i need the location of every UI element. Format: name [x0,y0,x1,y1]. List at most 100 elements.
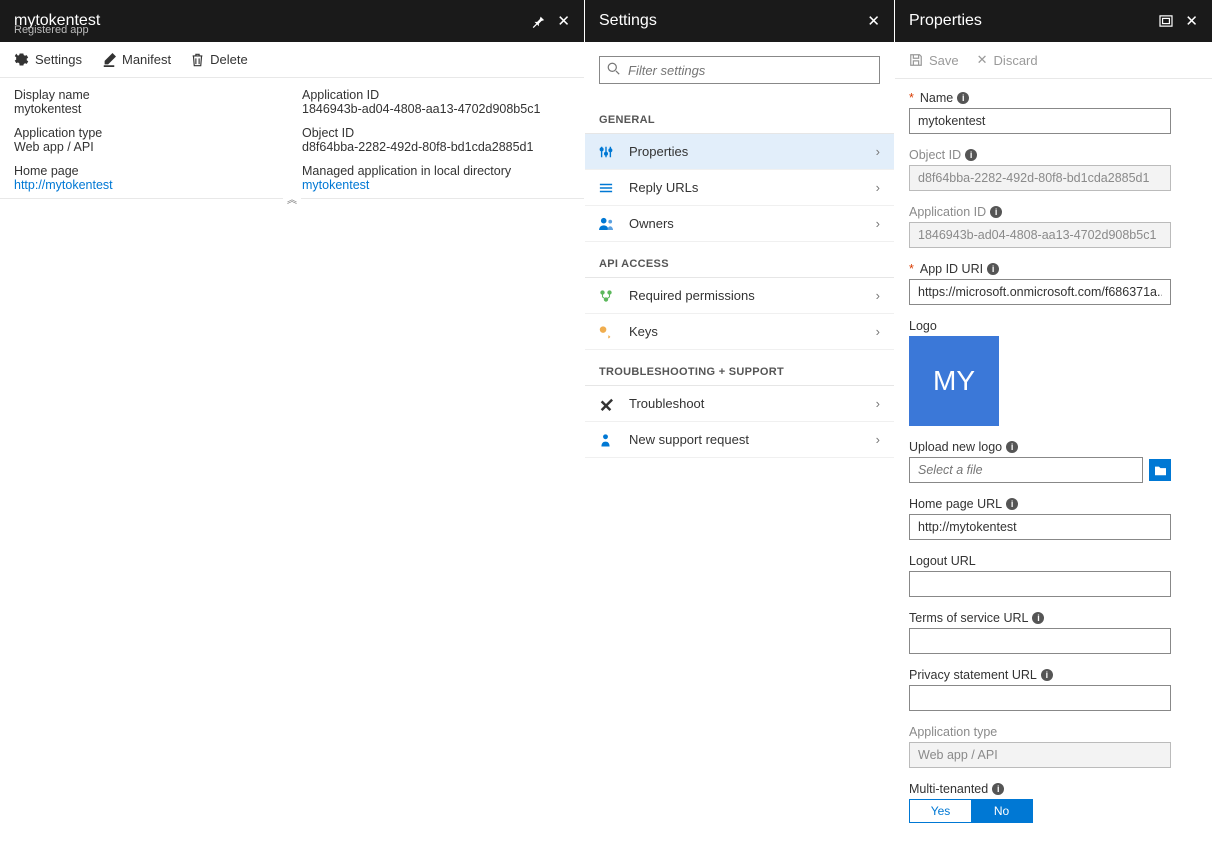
name-label: Name [920,91,953,105]
multi-label: Multi-tenanted [909,782,988,796]
permissions-icon [599,289,619,303]
list-icon [599,182,619,194]
chevron-right-icon: › [876,396,880,411]
sliders-icon [599,145,619,159]
object-id-label: Object ID [302,126,570,140]
apptype-input [909,742,1171,768]
privacy-label: Privacy statement URL [909,668,1037,682]
settings-blade: Settings ✕ GENERAL Properties › [585,0,895,851]
chevron-right-icon: › [876,324,880,339]
wrench-icon [599,397,619,411]
chevron-right-icon: › [876,216,880,231]
menu-label: Keys [629,324,876,339]
delete-label: Delete [210,52,248,67]
logout-input[interactable] [909,571,1171,597]
menu-troubleshoot[interactable]: Troubleshoot › [585,386,894,422]
object-id-value: d8f64bba-2282-492d-80f8-bd1cda2885d1 [302,140,570,154]
multi-toggle[interactable]: Yes No [909,799,1033,823]
info-icon[interactable]: i [1032,612,1044,624]
section-support: TROUBLESHOOTING + SUPPORT [585,350,894,386]
menu-reply-urls[interactable]: Reply URLs › [585,170,894,206]
app-blade-header: mytokentest Registered app ✕ [0,0,584,42]
section-api: API ACCESS [585,242,894,278]
key-icon [599,325,619,339]
logo-tile: MY [909,336,999,426]
settings-title: Settings [599,12,657,30]
appid-label: Application ID [909,205,986,219]
appiduri-label: App ID URI [920,262,983,276]
privacy-input[interactable] [909,685,1171,711]
search-icon [607,62,620,75]
appiduri-input[interactable] [909,279,1171,305]
discard-icon: ✕ [977,52,988,68]
app-toolbar: Settings Manifest Delete [0,42,584,78]
app-id-value: 1846943b-ad04-4808-aa13-4702d908b5c1 [302,102,570,116]
properties-title: Properties [909,12,982,30]
chevron-right-icon: › [876,432,880,447]
manifest-button[interactable]: Manifest [102,52,171,67]
appid-input [909,222,1171,248]
menu-properties[interactable]: Properties › [585,134,894,170]
gear-icon [14,52,29,67]
menu-owners[interactable]: Owners › [585,206,894,242]
objectid-input [909,165,1171,191]
delete-button[interactable]: Delete [191,52,248,67]
tos-input[interactable] [909,628,1171,654]
info-icon[interactable]: i [965,149,977,161]
properties-blade: Properties ✕ Save ✕ Discard *Name [895,0,1213,851]
save-button[interactable]: Save [909,52,959,68]
app-type-value: Web app / API [14,140,292,154]
upload-label: Upload new logo [909,440,1002,454]
app-subtitle: Registered app [14,24,89,36]
menu-keys[interactable]: Keys › [585,314,894,350]
menu-new-support[interactable]: New support request › [585,422,894,458]
objectid-label: Object ID [909,148,961,162]
toggle-no[interactable]: No [971,800,1032,822]
browse-button[interactable] [1149,459,1171,481]
info-icon[interactable]: i [992,783,1004,795]
menu-label: Required permissions [629,288,876,303]
close-icon[interactable]: ✕ [867,12,880,30]
settings-header: Settings ✕ [585,0,894,42]
display-name-value: mytokentest [14,102,292,116]
save-icon [909,53,923,67]
home-label: Home page URL [909,497,1002,511]
properties-toolbar: Save ✕ Discard [895,42,1212,79]
maximize-icon[interactable] [1159,15,1173,27]
managed-app-link[interactable]: mytokentest [302,178,570,192]
home-page-link[interactable]: http://mytokentest [14,178,292,192]
discard-button[interactable]: ✕ Discard [977,52,1038,68]
info-icon[interactable]: i [1041,669,1053,681]
chevron-right-icon: › [876,144,880,159]
info-icon[interactable]: i [990,206,1002,218]
tos-label: Terms of service URL [909,611,1028,625]
info-icon[interactable]: i [957,92,969,104]
info-icon[interactable]: i [1006,498,1018,510]
toggle-yes[interactable]: Yes [910,800,971,822]
trash-icon [191,53,204,67]
info-icon[interactable]: i [1006,441,1018,453]
app-info: Display name mytokentest Application ID … [0,78,584,199]
info-icon[interactable]: i [987,263,999,275]
pin-icon[interactable] [531,14,545,28]
people-icon [599,217,619,230]
menu-required-permissions[interactable]: Required permissions › [585,278,894,314]
collapse-icon[interactable]: ︽ [283,191,301,206]
manifest-label: Manifest [122,52,171,67]
settings-label: Settings [35,52,82,67]
close-icon[interactable]: ✕ [557,12,570,30]
filter-input[interactable] [599,56,880,84]
discard-label: Discard [994,53,1038,68]
close-icon[interactable]: ✕ [1185,12,1198,30]
app-id-label: Application ID [302,88,570,102]
upload-input[interactable] [909,457,1143,483]
chevron-right-icon: › [876,180,880,195]
name-input[interactable] [909,108,1171,134]
managed-app-label: Managed application in local directory [302,164,570,178]
logout-label: Logout URL [909,554,976,568]
pencil-icon [102,53,116,67]
home-input[interactable] [909,514,1171,540]
logo-label: Logo [909,319,937,333]
settings-button[interactable]: Settings [14,52,82,67]
apptype-label: Application type [909,725,997,739]
